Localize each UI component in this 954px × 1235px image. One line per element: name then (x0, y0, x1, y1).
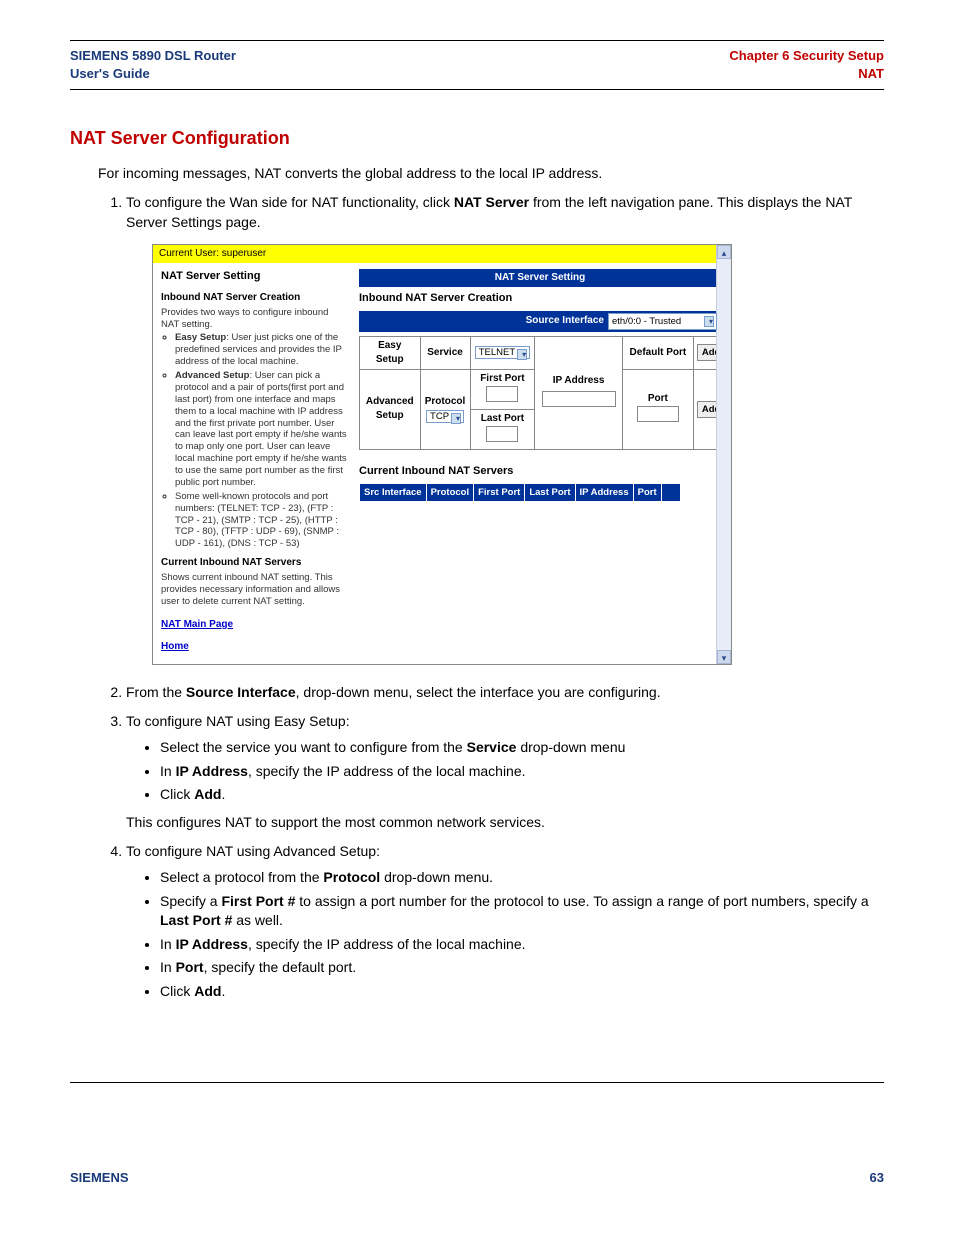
help-bullet-easy: Easy Setup: User just picks one of the p… (175, 332, 347, 368)
help-panel: NAT Server Setting Inbound NAT Server Cr… (153, 263, 355, 664)
home-link[interactable]: Home (161, 640, 189, 654)
step-2: From the Source Interface, drop-down men… (126, 683, 884, 703)
first-port-label: First Port (480, 373, 524, 384)
step-4: To configure NAT using Advanced Setup: S… (126, 842, 884, 1001)
step-3b: In IP Address, specify the IP address of… (160, 762, 884, 782)
scrollbar[interactable]: ▴ ▾ (716, 245, 731, 664)
col-ip-address: IP Address (575, 484, 633, 502)
col-port: Port (633, 484, 661, 502)
source-interface-row: Source Interface eth/0:0 - Trusted (359, 311, 721, 332)
step-4a: Select a protocol from the Protocol drop… (160, 868, 884, 888)
col-last-port: Last Port (525, 484, 575, 502)
source-interface-label: Source Interface (526, 314, 604, 328)
page-footer: SIEMENS 63 (70, 1163, 884, 1193)
step-3: To configure NAT using Easy Setup: Selec… (126, 712, 884, 832)
help-sub-current: Current Inbound NAT Servers (161, 556, 347, 570)
section-title: NAT Server Configuration (70, 126, 884, 151)
col-first-port: First Port (474, 484, 525, 502)
col-protocol: Protocol (426, 484, 474, 502)
scroll-down-icon[interactable]: ▾ (717, 650, 731, 664)
port-label: Port (626, 392, 690, 406)
source-interface-select[interactable]: eth/0:0 - Trusted (608, 313, 717, 330)
step-3a: Select the service you want to configure… (160, 738, 884, 758)
nat-main-page-link[interactable]: NAT Main Page (161, 618, 233, 632)
current-servers-heading: Current Inbound NAT Servers (359, 464, 721, 479)
last-port-input[interactable] (486, 426, 518, 442)
setup-table: Easy Setup Service TELNET IP Address Def… (359, 336, 721, 450)
help-sub-inbound: Inbound NAT Server Creation (161, 291, 347, 305)
current-servers-table: Src Interface Protocol First Port Last P… (359, 483, 681, 502)
settings-banner: NAT Server Setting (359, 269, 721, 287)
help-title: NAT Server Setting (161, 269, 347, 284)
protocol-select[interactable]: TCP (426, 410, 464, 423)
help-bullet-advanced: Advanced Setup: User can pick a protocol… (175, 370, 347, 489)
header-product: SIEMENS 5890 DSL Router (70, 47, 236, 65)
step-4b: Specify a First Port # to assign a port … (160, 892, 884, 931)
ip-address-label: IP Address (538, 374, 619, 388)
advanced-setup-label: Advanced Setup (360, 369, 421, 449)
service-select[interactable]: TELNET (475, 346, 530, 359)
step-4d: In Port, specify the default port. (160, 958, 884, 978)
col-src-interface: Src Interface (360, 484, 427, 502)
service-label: Service (420, 336, 470, 369)
protocol-label: Protocol (424, 395, 467, 409)
step-4c: In IP Address, specify the IP address of… (160, 935, 884, 955)
scroll-up-icon[interactable]: ▴ (717, 245, 731, 259)
ip-address-input[interactable] (542, 391, 616, 407)
footer-brand: SIEMENS (70, 1169, 129, 1187)
help-bullet-protocols: Some well-known protocols and port numbe… (175, 491, 347, 550)
last-port-label: Last Port (481, 413, 524, 424)
inbound-creation-heading: Inbound NAT Server Creation (359, 291, 721, 306)
footer-page-number: 63 (870, 1169, 884, 1187)
intro-paragraph: For incoming messages, NAT converts the … (98, 164, 884, 184)
nat-server-screenshot: ▴ ▾ Current User: superuser NAT Server S… (152, 244, 732, 665)
step-1: To configure the Wan side for NAT functi… (126, 193, 884, 665)
col-empty (661, 484, 680, 502)
default-port-label: Default Port (622, 336, 693, 369)
step-3c: Click Add. (160, 785, 884, 805)
first-port-input[interactable] (486, 386, 518, 402)
header-guide: User's Guide (70, 65, 236, 83)
step-3-note: This configures NAT to support the most … (126, 813, 884, 833)
help-inbound-desc: Provides two ways to configure inbound N… (161, 307, 347, 331)
page-header: SIEMENS 5890 DSL Router User's Guide Cha… (70, 41, 884, 89)
port-input[interactable] (637, 406, 679, 422)
step-4e: Click Add. (160, 982, 884, 1002)
header-chapter: Chapter 6 Security Setup (729, 47, 884, 65)
current-user-bar: Current User: superuser (153, 245, 731, 263)
help-current-desc: Shows current inbound NAT setting. This … (161, 572, 347, 608)
header-section: NAT (729, 65, 884, 83)
easy-setup-label: Easy Setup (360, 336, 421, 369)
settings-panel: NAT Server Setting Inbound NAT Server Cr… (355, 263, 731, 664)
